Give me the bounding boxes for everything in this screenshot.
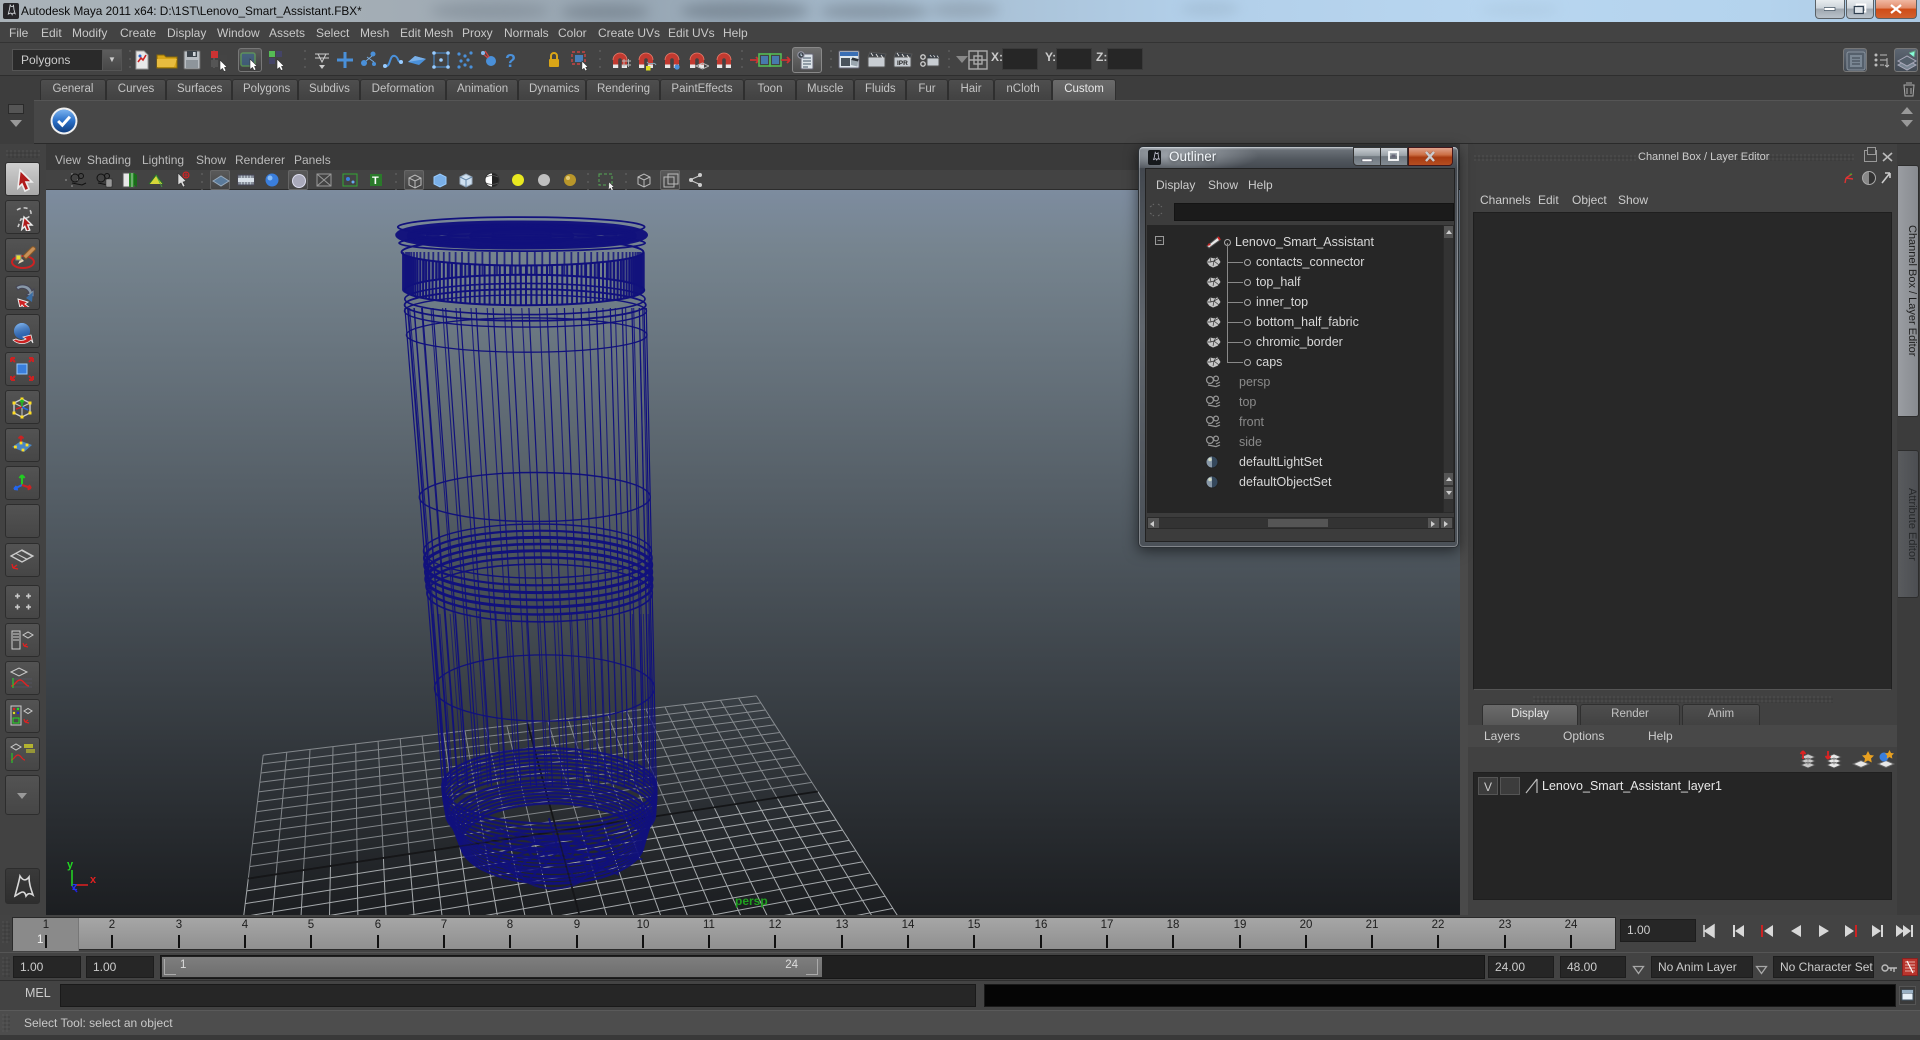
- svg-text:x: x: [90, 874, 97, 886]
- svg-text:IPR: IPR: [897, 60, 908, 67]
- svg-text:persp: persp: [735, 894, 768, 908]
- svg-text:y: y: [67, 859, 74, 871]
- svg-text:z: z: [72, 881, 78, 893]
- svg-text:?: ?: [505, 51, 516, 71]
- svg-text:T: T: [372, 175, 379, 187]
